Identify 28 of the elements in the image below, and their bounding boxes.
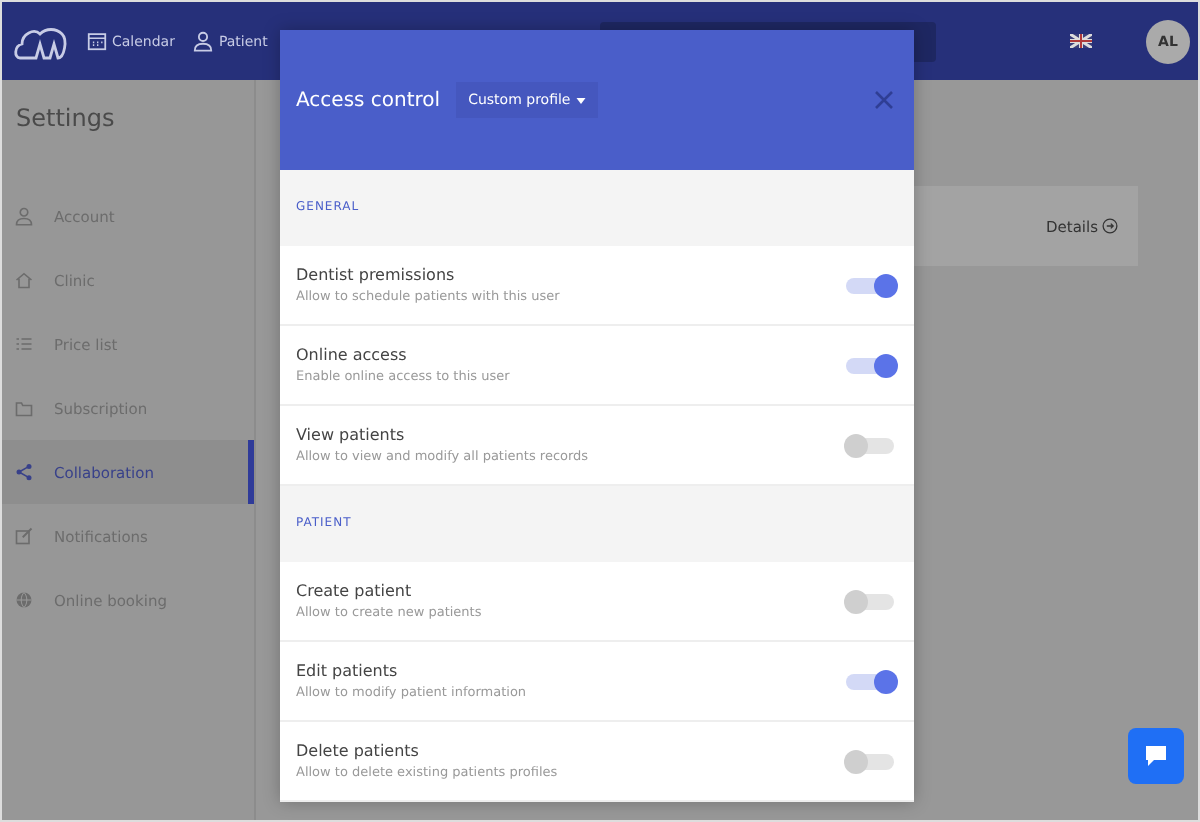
toggle-switch[interactable] [846,277,894,293]
chat-button[interactable] [1128,728,1184,784]
toggle-switch[interactable] [846,593,894,609]
permission-name: View patients [296,426,407,444]
toggle-switch[interactable] [846,753,894,769]
permission-name: Create patient [296,582,414,600]
sidebar-title: Settings [14,102,117,136]
list-icon [14,334,34,354]
permission-name: Edit patients [296,662,400,680]
toggle-switch[interactable] [846,437,894,453]
globe-icon [14,590,34,610]
edit-icon [14,526,34,546]
flag-icon[interactable] [1070,34,1092,48]
arrow-circle-icon[interactable] [1102,218,1118,234]
speech-bubble-icon [1144,744,1168,768]
toggle-switch[interactable] [846,673,894,689]
permission-name: Online access [296,346,409,364]
permission-name: Dentist premissions [296,266,457,284]
home-icon [14,270,34,290]
permission-name: Delete patients [296,742,421,760]
caret-icon [576,97,587,103]
share-icon [14,462,34,482]
calendar-icon [86,30,108,52]
user-icon [192,30,215,52]
dialog-title: Access control [296,89,441,111]
user-icon [14,206,34,226]
toggle-switch[interactable] [846,357,894,373]
folder-icon [14,398,34,418]
